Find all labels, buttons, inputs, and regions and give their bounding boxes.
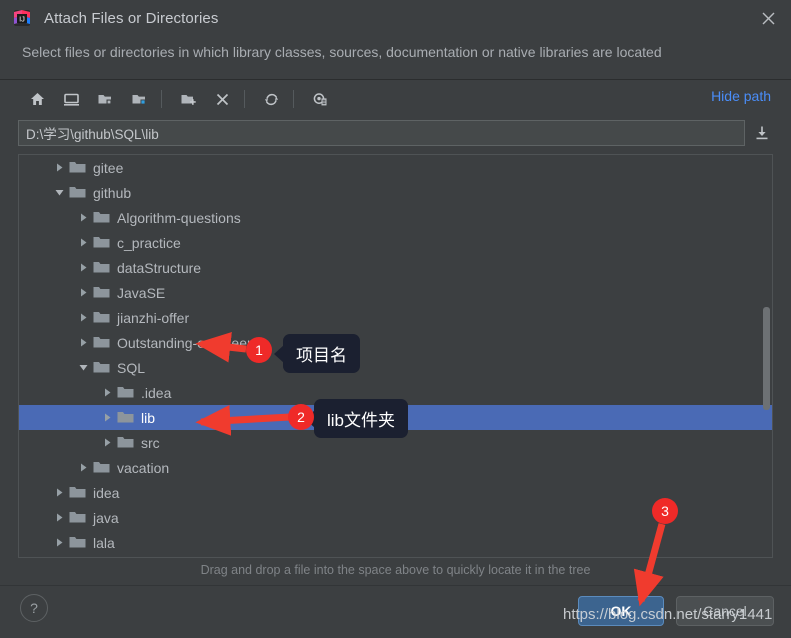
chevron-right-icon[interactable]	[51, 480, 67, 505]
chevron-right-icon[interactable]	[51, 530, 67, 555]
title-bar: IJ Attach Files or Directories	[0, 0, 791, 36]
path-input[interactable]	[18, 120, 746, 146]
tree-row-label: gitee	[93, 159, 124, 176]
tree-row-label: Algorithm-questions	[117, 209, 241, 226]
drag-drop-hint: Drag and drop a file into the space abov…	[200, 563, 591, 577]
new-folder-icon[interactable]	[173, 85, 203, 113]
delete-icon[interactable]	[207, 85, 237, 113]
path-row	[18, 119, 773, 147]
tree-row[interactable]: lala	[19, 530, 772, 555]
folder-icon	[115, 430, 135, 455]
toolbar-divider	[293, 90, 294, 108]
folder-icon	[67, 530, 87, 555]
folder-icon	[91, 230, 111, 255]
hide-path-link[interactable]: Hide path	[711, 88, 771, 104]
folder-icon	[67, 505, 87, 530]
tree-row-label: c_practice	[117, 234, 181, 251]
tree-row-label: .idea	[141, 384, 172, 401]
home-icon[interactable]	[22, 85, 52, 113]
tree-row[interactable]: SQL	[19, 355, 772, 380]
svg-text:IJ: IJ	[19, 15, 25, 24]
attach-files-dialog: IJ Attach Files or Directories Select fi…	[0, 0, 791, 638]
tree-row-label: idea	[93, 484, 120, 501]
desktop-icon[interactable]	[56, 85, 86, 113]
tree-row[interactable]: c_practice	[19, 230, 772, 255]
annotation-tooltip-2: lib文件夹	[304, 399, 409, 438]
tree-row-label: dataStructure	[117, 259, 202, 276]
folder-icon	[91, 330, 111, 355]
tree-row-label: SQL	[117, 359, 146, 376]
chevron-right-icon[interactable]	[75, 330, 91, 355]
chevron-right-icon[interactable]	[51, 505, 67, 530]
folder-icon	[91, 355, 111, 380]
tree-row-label: src	[141, 434, 160, 451]
folder-icon	[91, 280, 111, 305]
chevron-right-icon[interactable]	[75, 205, 91, 230]
project-folder-icon[interactable]	[90, 85, 120, 113]
chevron-right-icon[interactable]	[75, 280, 91, 305]
file-chooser-toolbar	[0, 80, 791, 118]
tree-row-label: lala	[93, 534, 115, 551]
tree-row[interactable]: vacation	[19, 455, 772, 480]
chevron-right-icon[interactable]	[75, 455, 91, 480]
toolbar-divider	[244, 90, 245, 108]
tree-row[interactable]: gitee	[19, 155, 772, 180]
chevron-right-icon[interactable]	[75, 255, 91, 280]
refresh-icon[interactable]	[256, 85, 286, 113]
toolbar-divider	[161, 90, 162, 108]
insert-path-icon[interactable]	[751, 120, 773, 146]
annotation-badge-1: 1	[246, 337, 272, 363]
tree-row[interactable]: JavaSE	[19, 280, 772, 305]
tree-rows: gitee github Algorithm-questions c_practice…	[19, 155, 772, 557]
tree-row-label: Outstanding-engineer	[117, 334, 252, 351]
tree-row-label: vacation	[117, 459, 170, 476]
tree-row[interactable]: github	[19, 180, 772, 205]
tree-row-label: jianzhi-offer	[117, 309, 190, 326]
dialog-subtitle: Select files or directories in which lib…	[22, 44, 662, 60]
folder-icon	[115, 380, 135, 405]
tree-row-label: JavaSE	[117, 284, 166, 301]
tree-row-label: java	[93, 509, 119, 526]
close-icon[interactable]	[745, 0, 791, 36]
folder-icon	[67, 480, 87, 505]
folder-icon	[91, 305, 111, 330]
folder-icon	[67, 155, 87, 180]
chevron-right-icon[interactable]	[99, 405, 115, 430]
folder-icon	[91, 205, 111, 230]
window-title: Attach Files or Directories	[44, 9, 219, 27]
module-folder-icon[interactable]	[124, 85, 154, 113]
chevron-down-icon[interactable]	[75, 355, 91, 380]
annotation-badge-3: 3	[652, 498, 678, 524]
folder-icon	[115, 405, 135, 430]
annotation-tooltip-1: 项目名	[274, 334, 360, 373]
help-button[interactable]: ?	[20, 594, 48, 622]
folder-icon	[91, 255, 111, 280]
chevron-right-icon[interactable]	[75, 305, 91, 330]
tree-row-label: github	[93, 184, 132, 201]
chevron-right-icon[interactable]	[75, 230, 91, 255]
tree-row[interactable]: Algorithm-questions	[19, 205, 772, 230]
chevron-right-icon[interactable]	[51, 155, 67, 180]
show-hidden-icon[interactable]	[305, 85, 335, 113]
chevron-down-icon[interactable]	[51, 180, 67, 205]
tree-row-label: lib	[141, 409, 156, 426]
intellij-idea-icon: IJ	[12, 8, 32, 28]
watermark: https://blog.csdn.net/starry1441	[563, 606, 773, 623]
tree-row[interactable]: dataStructure	[19, 255, 772, 280]
chevron-right-icon[interactable]	[99, 380, 115, 405]
tree-row[interactable]: jianzhi-offer	[19, 305, 772, 330]
tree-row[interactable]: Outstanding-engineer	[19, 330, 772, 355]
annotation-badge-2: 2	[288, 404, 314, 430]
chevron-right-icon[interactable]	[99, 430, 115, 455]
folder-icon	[67, 180, 87, 205]
footer-divider	[0, 585, 791, 586]
directory-tree[interactable]: gitee github Algorithm-questions c_practice…	[18, 154, 773, 558]
folder-icon	[91, 455, 111, 480]
tree-scrollbar[interactable]	[763, 307, 770, 410]
